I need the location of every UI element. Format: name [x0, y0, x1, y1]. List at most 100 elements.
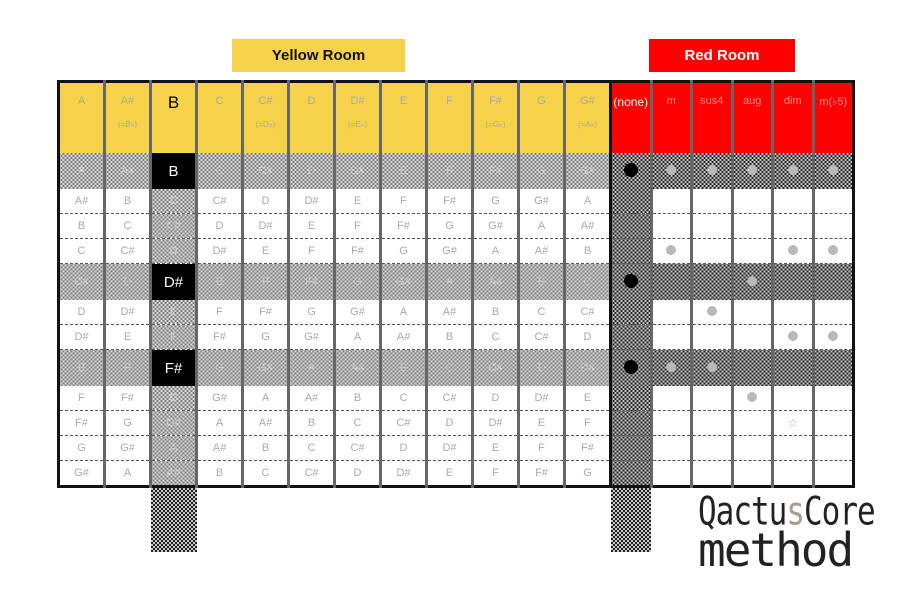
chord-cell[interactable]: [690, 238, 732, 264]
column-header-g[interactable]: G: [517, 81, 565, 153]
note-cell[interactable]: C#: [103, 238, 151, 264]
note-cell[interactable]: F: [379, 189, 427, 214]
note-cell[interactable]: D: [103, 263, 151, 300]
chord-cell[interactable]: [649, 213, 692, 239]
note-cell[interactable]: F: [58, 386, 105, 411]
note-cell[interactable]: C: [563, 263, 611, 300]
note-cell[interactable]: C: [425, 349, 473, 386]
note-cell[interactable]: F: [333, 213, 381, 239]
note-cell[interactable]: E: [58, 349, 105, 386]
note-cell[interactable]: G: [241, 324, 289, 350]
note-cell[interactable]: G: [149, 386, 197, 411]
note-cell[interactable]: G: [379, 238, 427, 264]
note-cell[interactable]: G#: [517, 189, 565, 214]
chord-cell[interactable]: [649, 263, 692, 300]
note-cell[interactable]: G#: [563, 153, 611, 189]
chord-type-header[interactable]: aug: [730, 81, 773, 153]
note-cell[interactable]: C#: [241, 153, 289, 189]
column-header-f-sharp[interactable]: F# (=G♭): [471, 81, 519, 153]
chord-cell[interactable]: [730, 410, 773, 436]
chord-cell[interactable]: [610, 386, 651, 411]
chord-cell[interactable]: [610, 189, 651, 214]
note-cell[interactable]: D#: [195, 238, 243, 264]
note-cell[interactable]: F#: [241, 300, 289, 325]
note-cell[interactable]: A#: [333, 349, 381, 386]
chord-cell[interactable]: [811, 349, 854, 386]
chord-cell[interactable]: [811, 300, 854, 325]
chord-cell[interactable]: [730, 189, 773, 214]
note-cell[interactable]: B: [241, 435, 289, 461]
note-cell[interactable]: D#: [517, 386, 565, 411]
chord-cell[interactable]: [649, 189, 692, 214]
note-cell[interactable]: A: [195, 410, 243, 436]
chord-type-header[interactable]: sus4: [690, 81, 732, 153]
chord-cell[interactable]: [730, 349, 773, 386]
note-cell[interactable]: E: [195, 263, 243, 300]
note-cell[interactable]: E: [517, 410, 565, 436]
note-cell[interactable]: A: [333, 324, 381, 350]
note-cell[interactable]: F#: [149, 349, 197, 386]
note-cell[interactable]: F#: [379, 213, 427, 239]
chord-cell[interactable]: [690, 213, 732, 239]
chord-cell[interactable]: [730, 460, 773, 487]
note-cell[interactable]: G: [563, 460, 611, 487]
column-header-c[interactable]: C: [195, 81, 243, 153]
chord-cell[interactable]: [730, 263, 773, 300]
note-cell[interactable]: F: [241, 263, 289, 300]
note-cell[interactable]: C: [287, 435, 335, 461]
note-cell[interactable]: A: [58, 153, 105, 189]
note-cell[interactable]: F#: [195, 324, 243, 350]
note-cell[interactable]: F#: [563, 435, 611, 461]
chord-cell[interactable]: [811, 189, 854, 214]
chord-cell[interactable]: [649, 460, 692, 487]
note-cell[interactable]: F: [195, 300, 243, 325]
note-cell[interactable]: C#: [425, 386, 473, 411]
note-cell[interactable]: B: [517, 263, 565, 300]
note-cell[interactable]: A: [563, 189, 611, 214]
note-cell[interactable]: B: [103, 189, 151, 214]
note-cell[interactable]: A#: [149, 460, 197, 487]
note-cell[interactable]: C#: [287, 460, 335, 487]
note-cell[interactable]: D#: [425, 435, 473, 461]
note-cell[interactable]: D: [563, 324, 611, 350]
note-cell[interactable]: C: [333, 410, 381, 436]
chord-cell[interactable]: ☆: [771, 410, 813, 436]
chord-cell[interactable]: [649, 349, 692, 386]
note-cell[interactable]: D#: [333, 153, 381, 189]
chord-cell[interactable]: [690, 263, 732, 300]
note-cell[interactable]: E: [287, 213, 335, 239]
note-cell[interactable]: D#: [103, 300, 151, 325]
column-header-e[interactable]: E: [379, 81, 427, 153]
note-cell[interactable]: G#: [241, 349, 289, 386]
note-cell[interactable]: C#: [563, 300, 611, 325]
note-cell[interactable]: B: [287, 410, 335, 436]
note-cell[interactable]: A#: [517, 238, 565, 264]
note-cell[interactable]: A: [287, 349, 335, 386]
note-cell[interactable]: G: [103, 410, 151, 436]
chord-cell[interactable]: [649, 386, 692, 411]
note-cell[interactable]: F: [425, 153, 473, 189]
note-cell[interactable]: F: [517, 435, 565, 461]
note-cell[interactable]: D: [379, 435, 427, 461]
note-cell[interactable]: D#: [287, 189, 335, 214]
chord-cell[interactable]: [771, 189, 813, 214]
note-cell[interactable]: G: [517, 153, 565, 189]
note-cell[interactable]: C: [241, 460, 289, 487]
chord-cell[interactable]: [610, 410, 651, 436]
chord-cell[interactable]: [771, 300, 813, 325]
column-header-a-sharp[interactable]: A# (=B♭): [103, 81, 151, 153]
chord-cell[interactable]: [771, 263, 813, 300]
note-cell[interactable]: F: [563, 410, 611, 436]
chord-cell[interactable]: [610, 435, 651, 461]
note-cell[interactable]: F: [103, 349, 151, 386]
note-cell[interactable]: G: [195, 349, 243, 386]
note-cell[interactable]: C#: [149, 213, 197, 239]
note-cell[interactable]: C: [379, 386, 427, 411]
chord-cell[interactable]: [649, 153, 692, 189]
chord-cell[interactable]: [690, 349, 732, 386]
note-cell[interactable]: F#: [287, 263, 335, 300]
note-cell[interactable]: D: [517, 349, 565, 386]
note-cell[interactable]: A#: [103, 153, 151, 189]
note-cell[interactable]: B: [195, 460, 243, 487]
chord-cell[interactable]: [649, 300, 692, 325]
